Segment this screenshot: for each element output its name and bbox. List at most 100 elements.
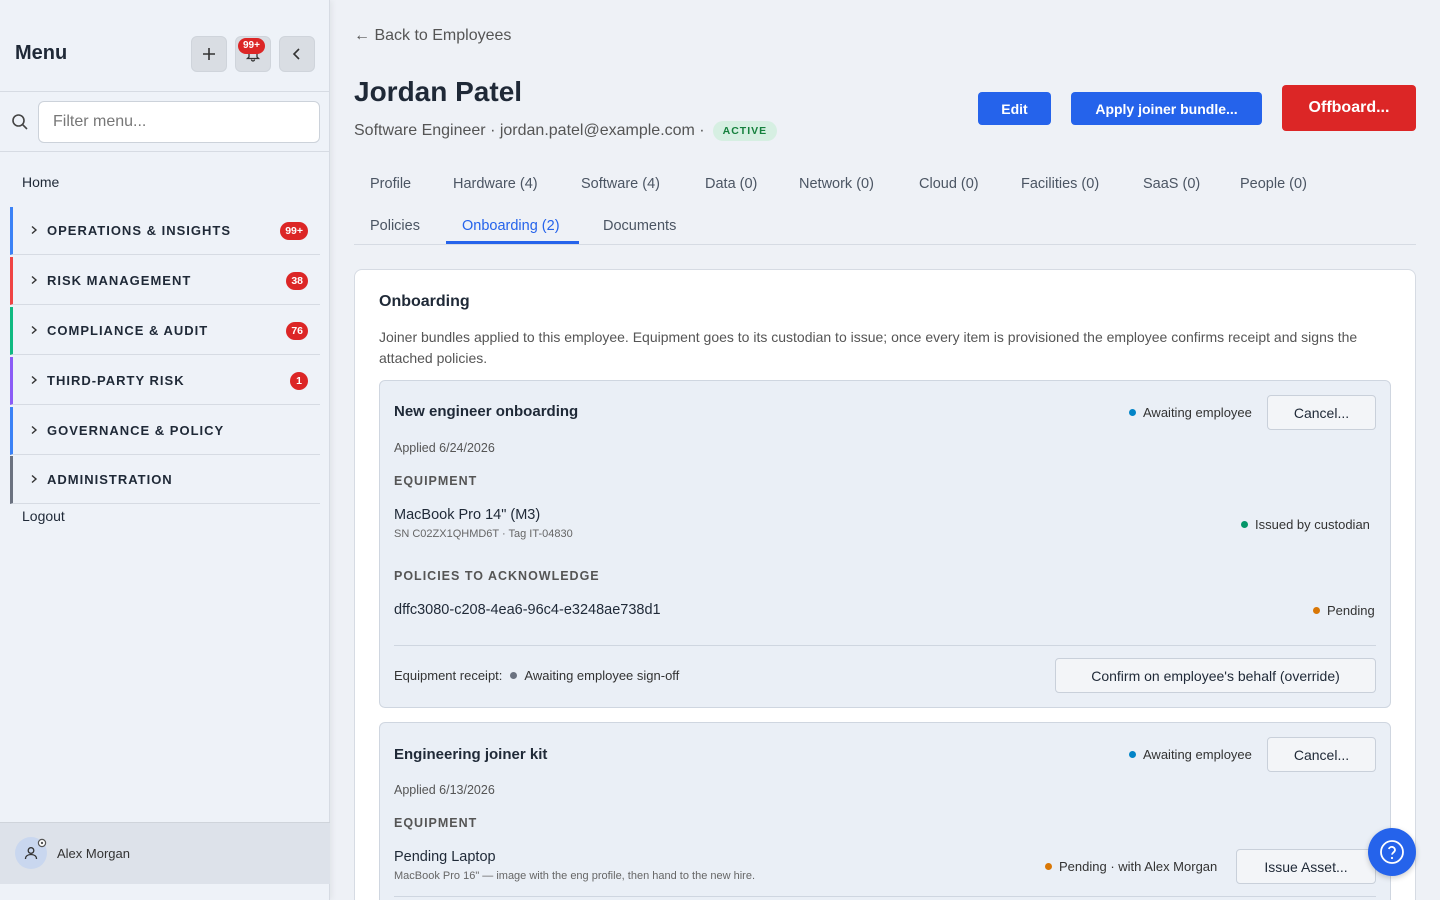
gear-icon — [37, 838, 47, 848]
filter-menu-input[interactable] — [38, 101, 320, 143]
chevron-left-icon — [292, 48, 300, 60]
sidebar-title: Menu — [15, 42, 68, 64]
receipt-label: Equipment receipt: — [394, 668, 503, 683]
collapse-sidebar-button[interactable] — [279, 36, 315, 72]
apply-joiner-bundle-button[interactable]: Apply joiner bundle... — [1071, 92, 1262, 125]
tab-cloud[interactable]: Cloud (0) — [919, 176, 979, 192]
equipment-status-text: Issued by custodian — [1255, 517, 1370, 532]
equipment-heading: EQUIPMENT — [394, 816, 478, 830]
confirm-override-button[interactable]: Confirm on employee's behalf (override) — [1055, 658, 1376, 693]
onboarding-description: Joiner bundles applied to this employee.… — [379, 329, 1358, 366]
page-title: Jordan Patel — [354, 76, 523, 107]
sidebar-section-operations-insights[interactable]: OPERATIONS & INSIGHTS 99+ — [10, 207, 320, 255]
tab-hardware[interactable]: Hardware (4) — [453, 176, 538, 192]
status-dot — [1313, 607, 1320, 614]
chevron-right-icon — [31, 325, 38, 335]
chevron-right-icon — [31, 425, 38, 435]
cancel-bundle-button[interactable]: Cancel... — [1267, 395, 1376, 430]
tab-people[interactable]: People (0) — [1240, 176, 1307, 192]
divider — [394, 896, 1376, 897]
equipment-receipt: Equipment receipt: Awaiting employee sig… — [394, 668, 679, 683]
status-dot — [1129, 409, 1136, 416]
add-button[interactable] — [191, 36, 227, 72]
status-badge: ACTIVE — [712, 121, 778, 141]
divider — [394, 645, 1376, 646]
equipment-status: Issued by custodian — [1241, 517, 1370, 532]
equipment-name: MacBook Pro 14" (M3) — [394, 507, 541, 523]
chevron-right-icon — [31, 474, 38, 484]
applied-date: Applied 6/24/2026 — [394, 441, 495, 455]
count-badge: 99+ — [280, 222, 308, 240]
bundle-status: Awaiting employee — [1129, 405, 1252, 420]
policy-id: dffc3080-c208-4ea6-96c4-e3248ae738d1 — [394, 602, 661, 618]
sidebar-header: Menu 99+ — [0, 0, 330, 92]
tab-network[interactable]: Network (0) — [799, 176, 874, 192]
tab-policies[interactable]: Policies — [370, 218, 420, 234]
policy-status-text: Pending — [1327, 603, 1375, 618]
sidebar: Menu 99+ Home OPERATIONS & INSIGHTS 99+ … — [0, 0, 330, 900]
sidebar-section-label: ADMINISTRATION — [47, 472, 173, 487]
offboard-button[interactable]: Offboard... — [1282, 85, 1416, 131]
tab-documents[interactable]: Documents — [603, 218, 676, 234]
user-profile[interactable]: Alex Morgan — [0, 822, 330, 884]
equipment-status: Pending · with Alex Morgan — [1045, 859, 1217, 874]
help-icon — [1380, 840, 1404, 864]
sidebar-section-label: GOVERNANCE & POLICY — [47, 423, 225, 438]
tab-profile[interactable]: Profile — [370, 176, 411, 192]
equipment-detail: MacBook Pro 16" — image with the eng pro… — [394, 870, 756, 882]
onboarding-title: Onboarding — [379, 293, 470, 310]
bundle-name: New engineer onboarding — [394, 403, 579, 420]
receipt-status: Awaiting employee sign-off — [524, 668, 680, 683]
equipment-name: Pending Laptop — [394, 849, 496, 865]
policy-status: Pending — [1313, 603, 1375, 618]
sidebar-section-label: COMPLIANCE & AUDIT — [47, 323, 209, 338]
tab-data[interactable]: Data (0) — [705, 176, 757, 192]
tab-saas[interactable]: SaaS (0) — [1143, 176, 1200, 192]
tab-software[interactable]: Software (4) — [581, 176, 660, 192]
sidebar-item-home[interactable]: Home — [22, 174, 59, 190]
menu-filter — [0, 92, 330, 152]
policies-heading: POLICIES TO ACKNOWLEDGE — [394, 569, 600, 583]
sidebar-item-logout[interactable]: Logout — [22, 508, 65, 524]
bundle-status-text: Awaiting employee — [1143, 747, 1252, 762]
status-dot — [1241, 521, 1248, 528]
status-dot — [510, 672, 518, 679]
sidebar-section-risk-management[interactable]: RISK MANAGEMENT 38 — [10, 257, 320, 305]
tab-facilities[interactable]: Facilities (0) — [1021, 176, 1099, 192]
applied-date: Applied 6/13/2026 — [394, 783, 495, 797]
sidebar-section-label: RISK MANAGEMENT — [47, 273, 192, 288]
sidebar-section-third-party-risk[interactable]: THIRD-PARTY RISK 1 — [10, 357, 320, 405]
employee-subtitle: Software Engineer · jordan.patel@example… — [354, 121, 778, 141]
plus-icon — [203, 48, 215, 60]
edit-button[interactable]: Edit — [978, 92, 1051, 125]
bundle-status: Awaiting employee — [1129, 747, 1252, 762]
chevron-right-icon — [31, 225, 38, 235]
issue-asset-button[interactable]: Issue Asset... — [1236, 849, 1376, 884]
count-badge: 1 — [290, 372, 308, 390]
equipment-status-text: Pending · with Alex Morgan — [1059, 859, 1218, 874]
equipment-heading: EQUIPMENT — [394, 474, 478, 488]
bundle-status-text: Awaiting employee — [1143, 405, 1252, 420]
sidebar-section-governance-policy[interactable]: GOVERNANCE & POLICY — [10, 407, 320, 455]
status-dot — [1129, 751, 1136, 758]
sidebar-section-label: OPERATIONS & INSIGHTS — [47, 223, 231, 238]
back-to-employees-link[interactable]: ← Back to Employees — [354, 27, 511, 45]
chevron-right-icon — [31, 275, 38, 285]
chevron-right-icon — [31, 375, 38, 385]
sidebar-section-compliance-audit[interactable]: COMPLIANCE & AUDIT 76 — [10, 307, 320, 355]
tabs-divider — [354, 244, 1416, 245]
sidebar-section-administration[interactable]: ADMINISTRATION — [10, 456, 320, 504]
bundle-name: Engineering joiner kit — [394, 746, 548, 763]
cancel-bundle-button[interactable]: Cancel... — [1267, 737, 1376, 772]
count-badge: 76 — [286, 322, 308, 340]
search-icon — [12, 114, 28, 130]
tab-onboarding[interactable]: Onboarding (2) — [462, 218, 560, 234]
sidebar-section-label: THIRD-PARTY RISK — [47, 373, 185, 388]
role-and-email: Software Engineer · jordan.patel@example… — [354, 122, 705, 139]
help-button[interactable] — [1368, 828, 1416, 876]
notification-count-badge: 99+ — [238, 38, 265, 54]
user-name: Alex Morgan — [57, 846, 130, 861]
status-dot — [1045, 863, 1052, 870]
equipment-detail: SN C02ZX1QHMD6T · Tag IT-04830 — [394, 528, 573, 540]
count-badge: 38 — [286, 272, 308, 290]
